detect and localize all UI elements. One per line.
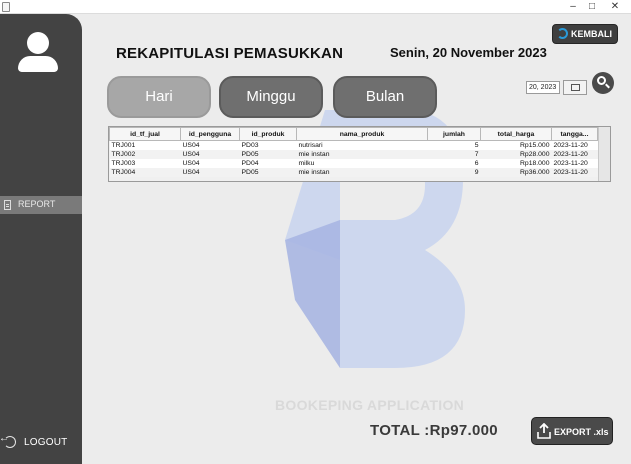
cell-total-harga: Rp28.000 xyxy=(480,149,552,159)
date-picker-button[interactable] xyxy=(563,80,587,95)
cell-id-produk: PD03 xyxy=(239,140,297,150)
cell-id-produk: PD04 xyxy=(239,158,297,168)
watermark-text: BOOKEPING APPLICATION xyxy=(275,397,465,413)
java-app-icon xyxy=(2,2,10,12)
cell-id-tf-jual: TRJ004 xyxy=(109,167,181,177)
table-row[interactable]: TRJ001 US04 PD03 nutrisari 5 Rp15.000 20… xyxy=(109,140,598,150)
cell-id-produk: PD05 xyxy=(239,149,297,159)
table-row[interactable]: TRJ003 US04 PD04 milku 6 Rp18.000 2023-1… xyxy=(109,158,598,168)
calendar-icon xyxy=(571,84,580,91)
table-scrollbar[interactable] xyxy=(598,127,610,181)
column-header[interactable]: id_produk xyxy=(239,127,297,141)
date-field[interactable]: 20, 2023 xyxy=(526,81,560,94)
cell-jumlah: 9 xyxy=(427,167,481,177)
cell-id-tf-jual: TRJ001 xyxy=(109,140,181,150)
cell-tanggal: 2023-11-20 xyxy=(551,149,598,159)
cell-id-pengguna: US04 xyxy=(180,167,240,177)
cell-id-pengguna: US04 xyxy=(180,140,240,150)
column-header[interactable]: jumlah xyxy=(427,127,481,141)
window-titlebar: – □ ✕ xyxy=(0,0,631,14)
sidebar-item-label: LOGOUT xyxy=(24,437,68,448)
cell-nama-produk: mie instan xyxy=(296,167,428,177)
user-avatar-icon xyxy=(18,32,58,74)
cell-tanggal: 2023-11-20 xyxy=(551,158,598,168)
page-title: REKAPITULASI PEMASUKKAN xyxy=(116,45,344,62)
sidebar-item-label: REPORT xyxy=(18,199,56,209)
total-amount: TOTAL :Rp97.000 xyxy=(370,422,498,439)
cell-total-harga: Rp36.000 xyxy=(480,167,552,177)
transactions-table[interactable]: id_tf_jual id_pengguna id_produk nama_pr… xyxy=(108,126,611,182)
table-row[interactable]: TRJ002 US04 PD05 mie instan 7 Rp28.000 2… xyxy=(109,149,598,159)
table-row[interactable]: TRJ004 US04 PD05 mie instan 9 Rp36.000 2… xyxy=(109,167,598,177)
cell-id-pengguna: US04 xyxy=(180,149,240,159)
cell-nama-produk: nutrisari xyxy=(296,140,428,150)
cell-id-pengguna: US04 xyxy=(180,158,240,168)
cell-tanggal: 2023-11-20 xyxy=(551,167,598,177)
cell-id-tf-jual: TRJ002 xyxy=(109,149,181,159)
back-arrow-icon xyxy=(557,28,568,39)
cell-id-produk: PD05 xyxy=(239,167,297,177)
cell-jumlah: 7 xyxy=(427,149,481,159)
minimize-button[interactable]: – xyxy=(563,0,583,14)
back-button[interactable]: KEMBALI xyxy=(552,24,618,44)
cell-total-harga: Rp18.000 xyxy=(480,158,552,168)
column-header[interactable]: tangga... xyxy=(551,127,598,141)
table-header-row: id_tf_jual id_pengguna id_produk nama_pr… xyxy=(109,127,598,141)
logout-icon xyxy=(0,433,16,448)
cell-jumlah: 5 xyxy=(427,140,481,150)
search-button[interactable] xyxy=(592,72,614,94)
sidebar: REPORT LOGOUT xyxy=(0,14,82,464)
maximize-button[interactable]: □ xyxy=(582,0,602,14)
app-window: – □ ✕ REPORT LOGOUT BOOKEPING APPLICATIO… xyxy=(0,0,631,464)
cell-total-harga: Rp15.000 xyxy=(480,140,552,150)
sidebar-item-logout[interactable]: LOGOUT xyxy=(0,433,82,451)
tab-minggu[interactable]: Minggu xyxy=(219,76,323,118)
column-header[interactable]: id_tf_jual xyxy=(109,127,181,141)
export-button-label: EXPORT .xls xyxy=(554,427,609,437)
column-header[interactable]: nama_produk xyxy=(296,127,428,141)
column-header[interactable]: id_pengguna xyxy=(180,127,240,141)
current-date: Senin, 20 November 2023 xyxy=(390,45,547,60)
export-xls-button[interactable]: EXPORT .xls xyxy=(531,417,613,445)
close-button[interactable]: ✕ xyxy=(605,0,625,14)
sidebar-item-report[interactable]: REPORT xyxy=(0,196,82,214)
document-icon xyxy=(4,200,11,210)
cell-id-tf-jual: TRJ003 xyxy=(109,158,181,168)
tab-bulan[interactable]: Bulan xyxy=(333,76,437,118)
column-header[interactable]: total_harga xyxy=(480,127,552,141)
cell-nama-produk: milku xyxy=(296,158,428,168)
cell-tanggal: 2023-11-20 xyxy=(551,140,598,150)
back-button-label: KEMBALI xyxy=(571,29,612,39)
cell-jumlah: 6 xyxy=(427,158,481,168)
upload-icon xyxy=(537,423,551,439)
cell-nama-produk: mie instan xyxy=(296,149,428,159)
tab-hari[interactable]: Hari xyxy=(107,76,211,118)
